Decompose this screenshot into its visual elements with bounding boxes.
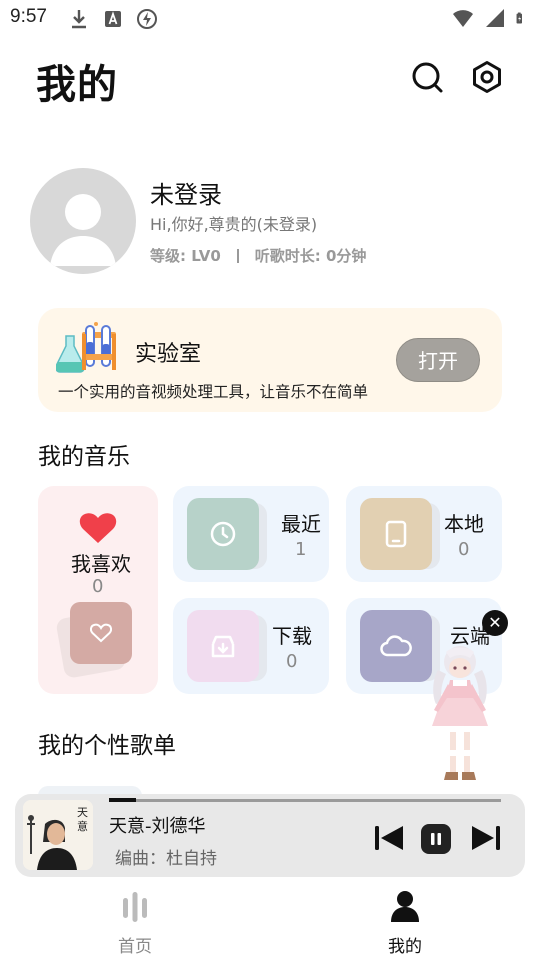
listen-time: 听歌时长: 0分钟 — [254, 247, 367, 265]
favorites-count: 0 — [92, 576, 104, 597]
floating-character-figure[interactable] — [420, 640, 500, 790]
recent-label: 最近 — [281, 512, 321, 536]
local-cover — [360, 498, 432, 570]
user-level: 等级: LV0 — [150, 247, 221, 265]
album-cover: 天意 — [23, 800, 93, 870]
local-label: 本地 — [444, 512, 484, 536]
recent-count: 1 — [295, 539, 307, 560]
lab-title: 实验室 — [135, 342, 202, 367]
battery-icon — [516, 12, 522, 24]
app-notification-icon — [105, 11, 121, 27]
status-notification-icons — [68, 8, 158, 30]
lab-description: 一个实用的音视频处理工具，让音乐不在简单 — [58, 383, 369, 401]
download-label: 下载 — [272, 624, 312, 648]
search-icon[interactable] — [410, 60, 444, 94]
heart-icon — [79, 513, 117, 543]
download-icon — [72, 10, 86, 29]
download-count: 0 — [286, 651, 298, 672]
page-title: 我的 — [36, 62, 118, 108]
user-icon — [391, 891, 419, 922]
default-user-icon — [50, 194, 116, 266]
download-box-icon — [211, 635, 235, 658]
my-music-title: 我的音乐 — [38, 444, 130, 470]
wifi-icon — [453, 10, 473, 27]
progress-bar[interactable] — [109, 798, 501, 802]
pause-icon — [431, 833, 441, 845]
status-bar: 9:57 — [0, 0, 540, 36]
mini-player[interactable]: 天意 天意-刘德华 编曲：杜自持 — [15, 794, 525, 877]
user-name[interactable]: 未登录 — [150, 175, 222, 210]
local-tile[interactable]: 本地 0 — [346, 486, 502, 582]
user-stats: 等级: LV0 听歌时长: 0分钟 — [150, 245, 366, 266]
favorites-tile[interactable]: 我喜欢 0 — [38, 486, 158, 694]
stats-divider — [236, 248, 239, 263]
song-title: 天意-刘德华 — [109, 816, 206, 837]
download-tile[interactable]: 下载 0 — [173, 598, 329, 694]
clock-icon — [210, 521, 236, 547]
next-track-icon[interactable] — [470, 824, 502, 852]
settings-gear-icon[interactable] — [470, 60, 504, 94]
album-cover-text: 天意 — [77, 806, 88, 833]
home-bars-icon — [123, 892, 147, 922]
local-count: 0 — [458, 539, 470, 560]
playlists-title: 我的个性歌单 — [38, 733, 176, 759]
download-cover — [187, 610, 259, 682]
heart-outline-icon — [90, 623, 112, 643]
recent-cover — [187, 498, 259, 570]
lab-card[interactable]: 实验室 一个实用的音视频处理工具，让音乐不在简单 打开 — [38, 308, 502, 412]
flash-icon — [137, 9, 157, 29]
nav-home-label: 首页 — [118, 937, 152, 957]
phone-icon — [385, 520, 407, 548]
progress-fill — [109, 798, 137, 802]
user-greeting: Hi,你好,尊贵的(未登录) — [150, 215, 318, 234]
favorites-label: 我喜欢 — [71, 552, 131, 576]
lab-open-button[interactable]: 打开 — [396, 338, 480, 382]
previous-track-icon[interactable] — [373, 824, 405, 852]
favorites-cover — [70, 602, 132, 664]
status-system-icons — [452, 7, 528, 29]
recent-tile[interactable]: 最近 1 — [173, 486, 329, 582]
pause-button[interactable] — [421, 824, 451, 854]
avatar[interactable] — [30, 168, 136, 274]
nav-home[interactable]: 首页 — [95, 888, 175, 957]
song-subtitle: 编曲：杜自持 — [115, 849, 217, 869]
close-icon[interactable]: ✕ — [482, 610, 508, 636]
nav-mine-label: 我的 — [388, 937, 422, 957]
signal-icon — [486, 9, 504, 27]
cloud-icon — [380, 635, 412, 657]
lab-flask-icon — [56, 322, 116, 373]
status-time: 9:57 — [10, 6, 47, 27]
nav-mine[interactable]: 我的 — [365, 888, 445, 957]
